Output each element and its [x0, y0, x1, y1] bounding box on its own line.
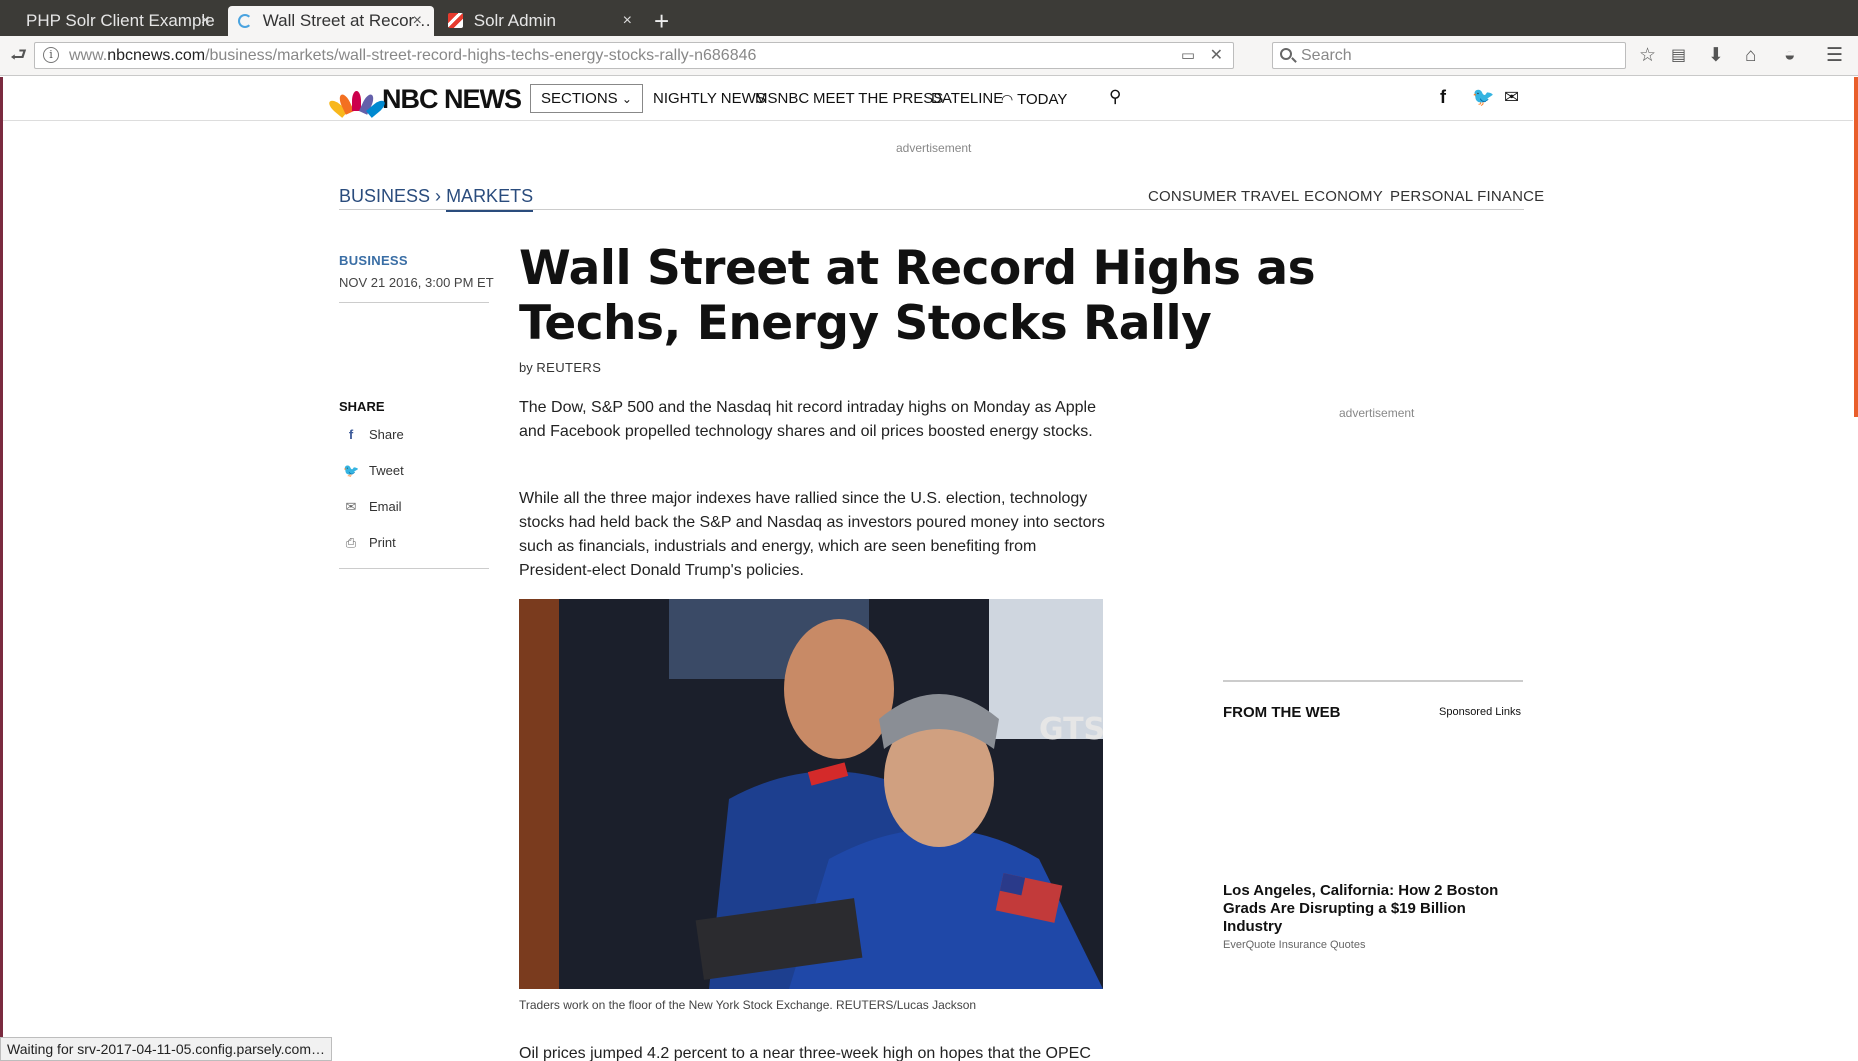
today-rainbow-icon: ◠ [1001, 91, 1014, 107]
web-page: NBC NEWS SECTIONS ⌄ NIGHTLY NEWS MSNBC M… [0, 77, 1858, 1061]
tab-solr-admin[interactable]: Solr Admin × [438, 6, 644, 36]
scrollbar[interactable] [1854, 77, 1858, 417]
share-twitter-button[interactable]: 🐦 Tweet [343, 463, 404, 479]
tab-close-icon[interactable]: × [623, 6, 632, 36]
article-headline: Wall Street at Record Highs as Techs, En… [519, 241, 1316, 351]
sponsored-links-label[interactable]: Sponsored Links [1439, 706, 1521, 718]
search-icon[interactable]: ⚲ [1109, 87, 1121, 107]
byline: by REUTERS [519, 360, 601, 375]
home-icon[interactable]: ⌂ [1745, 44, 1756, 68]
article-category[interactable]: BUSINESS [339, 253, 408, 268]
nav-meet-the-press[interactable]: MEET THE PRESS [813, 89, 943, 109]
stop-icon[interactable]: ✕ [1210, 43, 1223, 68]
tab-strip: PHP Solr Client Example × Wall Street at… [0, 0, 1858, 36]
email-icon: ✉ [345, 499, 357, 514]
back-icon[interactable]: ⮐ [10, 44, 27, 68]
twitter-icon[interactable]: 🐦 [1472, 87, 1494, 108]
tab-wall-street[interactable]: Wall Street at Recor… × [228, 6, 434, 36]
byline-author[interactable]: REUTERS [536, 360, 601, 375]
site-info-icon[interactable]: i [43, 47, 59, 63]
share-label: Email [369, 499, 402, 514]
traders-photo-image: GTS [519, 599, 1103, 989]
search-input[interactable]: Search [1272, 42, 1626, 69]
breadcrumb-business[interactable]: BUSINESS [339, 186, 430, 206]
article-photo[interactable]: GTS [519, 599, 1103, 989]
divider [1223, 680, 1523, 682]
ad-label: advertisement [896, 141, 972, 155]
tab-close-icon[interactable]: × [413, 6, 422, 36]
divider [339, 302, 489, 303]
bookmark-star-icon[interactable]: ☆ [1639, 44, 1656, 68]
subnav-personal-finance[interactable]: PERSONAL FINANCE [1390, 188, 1544, 205]
tab-close-icon[interactable]: × [201, 6, 210, 36]
svg-text:GTS: GTS [1039, 712, 1103, 747]
pocket-icon[interactable]: ◒ [1784, 44, 1795, 68]
tab-title: PHP Solr Client Example [26, 11, 215, 30]
article-paragraph: Oil prices jumped 4.2 percent to a near … [519, 1045, 1091, 1061]
breadcrumb: BUSINESS › MARKETS [339, 186, 534, 212]
nbc-news-logo[interactable]: NBC NEWS [326, 83, 522, 118]
loading-spinner-icon [238, 14, 252, 28]
new-tab-button[interactable]: + [654, 6, 669, 36]
status-bar: Waiting for srv-2017-04-11-05.config.par… [0, 1037, 332, 1061]
url-domain: nbcnews.com [107, 47, 206, 64]
url-prefix: www. [69, 47, 108, 64]
share-facebook-button[interactable]: f Share [343, 427, 404, 442]
tab-title: Solr Admin [473, 11, 556, 30]
nav-dateline[interactable]: DATELINE [931, 89, 1003, 109]
subnav-travel[interactable]: TRAVEL [1241, 188, 1299, 205]
tab-php-solr-client[interactable]: PHP Solr Client Example × [2, 6, 222, 36]
subnav-consumer[interactable]: CONSUMER [1148, 188, 1237, 205]
download-icon[interactable]: ⬇ [1708, 44, 1724, 68]
photo-caption: Traders work on the floor of the New Yor… [519, 998, 977, 1012]
byline-prefix: by [519, 360, 533, 375]
url-path: /business/markets/wall-street-record-hig… [205, 47, 757, 64]
logo-text: NBC NEWS [382, 83, 522, 114]
share-label: Print [369, 535, 396, 550]
search-icon [1280, 48, 1292, 60]
share-label: Tweet [369, 463, 404, 478]
nav-nightly-news[interactable]: NIGHTLY NEWS [653, 89, 766, 109]
twitter-icon: 🐦 [343, 463, 360, 478]
divider [339, 568, 489, 569]
from-the-web-heading: FROM THE WEB [1223, 704, 1341, 721]
share-label: Share [369, 427, 404, 442]
sections-dropdown[interactable]: SECTIONS ⌄ [530, 84, 643, 113]
nav-msnbc[interactable]: MSNBC [755, 89, 809, 109]
share-email-button[interactable]: ✉ Email [343, 499, 402, 515]
nav-today-label: TODAY [1017, 91, 1068, 108]
search-placeholder: Search [1301, 47, 1352, 64]
navigation-toolbar: ⮐ i www.nbcnews.com/business/markets/wal… [0, 36, 1858, 76]
peacock-icon [326, 87, 388, 118]
email-icon[interactable]: ✉ [1504, 87, 1519, 108]
article-date: NOV 21 2016, 3:00 PM ET [339, 275, 494, 290]
breadcrumb-divider [339, 209, 1524, 210]
menu-icon[interactable]: ☰ [1826, 44, 1843, 68]
sections-label: SECTIONS [541, 90, 618, 107]
print-button[interactable]: ⎙ Print [343, 535, 396, 551]
chevron-down-icon: ⌄ [621, 92, 632, 106]
url-bar[interactable]: i www.nbcnews.com/business/markets/wall-… [34, 42, 1234, 69]
share-heading: SHARE [339, 399, 385, 414]
site-header: NBC NEWS SECTIONS ⌄ NIGHTLY NEWS MSNBC M… [3, 77, 1853, 121]
ad-label: advertisement [1339, 406, 1415, 420]
facebook-icon: f [348, 427, 354, 442]
article-paragraph: The Dow, S&P 500 and the Nasdaq hit reco… [519, 399, 1096, 440]
print-icon: ⎙ [345, 535, 357, 550]
reading-list-icon[interactable]: ▤ [1671, 44, 1686, 68]
nav-today[interactable]: ◠ TODAY [1001, 89, 1067, 110]
article-paragraph: While all the three major indexes have r… [519, 490, 1105, 579]
reader-view-icon[interactable]: ▭ [1181, 43, 1195, 68]
promo-source[interactable]: EverQuote Insurance Quotes [1223, 939, 1365, 951]
promo-link[interactable]: Los Angeles, California: How 2 Boston Gr… [1223, 882, 1523, 936]
subnav-economy[interactable]: ECONOMY [1304, 188, 1383, 205]
facebook-icon[interactable]: f [1440, 87, 1446, 108]
breadcrumb-separator: › [435, 186, 442, 206]
solr-favicon-icon [448, 13, 463, 28]
tab-title: Wall Street at Recor… [262, 11, 432, 30]
